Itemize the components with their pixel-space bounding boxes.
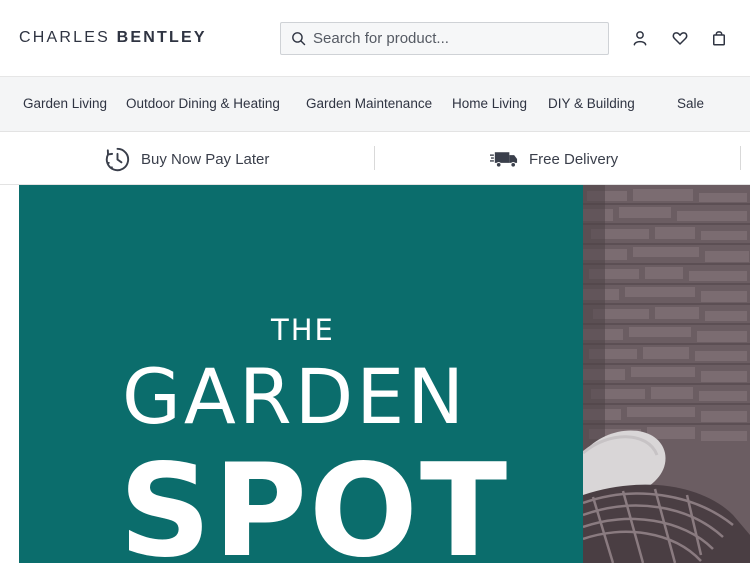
usp-divider [740, 146, 741, 170]
usp-label-buy-now: Buy Now Pay Later [141, 150, 270, 168]
site-header: CHARLES BENTLEY [0, 0, 750, 77]
stone-wall-chair-image [583, 185, 750, 563]
nav-item-outdoor-dining-heating[interactable]: Outdoor Dining & Heating [126, 96, 280, 111]
usp-free-delivery[interactable]: Free Delivery [490, 133, 618, 185]
hero-lifestyle-photo [583, 185, 750, 563]
hero-title-the: THE [271, 313, 335, 347]
search-input[interactable] [313, 23, 603, 54]
nav-item-garden-maintenance[interactable]: Garden Maintenance [306, 96, 432, 111]
account-icon[interactable] [631, 29, 649, 47]
main-navigation: Garden Living Outdoor Dining & Heating G… [0, 77, 750, 132]
usp-bar: Buy Now Pay Later Free Delivery [0, 133, 750, 185]
wishlist-heart-icon[interactable] [671, 29, 689, 47]
nav-item-diy-building[interactable]: DIY & Building [548, 96, 635, 111]
search-box [280, 22, 609, 55]
basket-bag-icon[interactable] [710, 29, 728, 47]
usp-label-free-delivery: Free Delivery [529, 150, 619, 168]
brand-name-bold: BENTLEY [116, 29, 207, 46]
clock-icon [105, 147, 130, 171]
nav-item-garden-living[interactable]: Garden Living [23, 96, 107, 111]
nav-item-home-living[interactable]: Home Living [452, 96, 527, 111]
usp-buy-now-pay-later[interactable]: Buy Now Pay Later [104, 133, 269, 185]
brand-logo[interactable]: CHARLES BENTLEY [19, 29, 207, 47]
delivery-truck-icon [490, 152, 518, 168]
hero-title-garden: GARDEN [122, 352, 468, 441]
brand-name-light: CHARLES [19, 29, 110, 46]
nav-item-sale[interactable]: Sale [677, 96, 704, 111]
search-icon[interactable] [290, 30, 307, 47]
hero-banner[interactable]: THE GARDEN SPOT [19, 185, 583, 563]
hero-title-spot: SPOT [119, 437, 510, 563]
usp-divider [374, 146, 375, 170]
